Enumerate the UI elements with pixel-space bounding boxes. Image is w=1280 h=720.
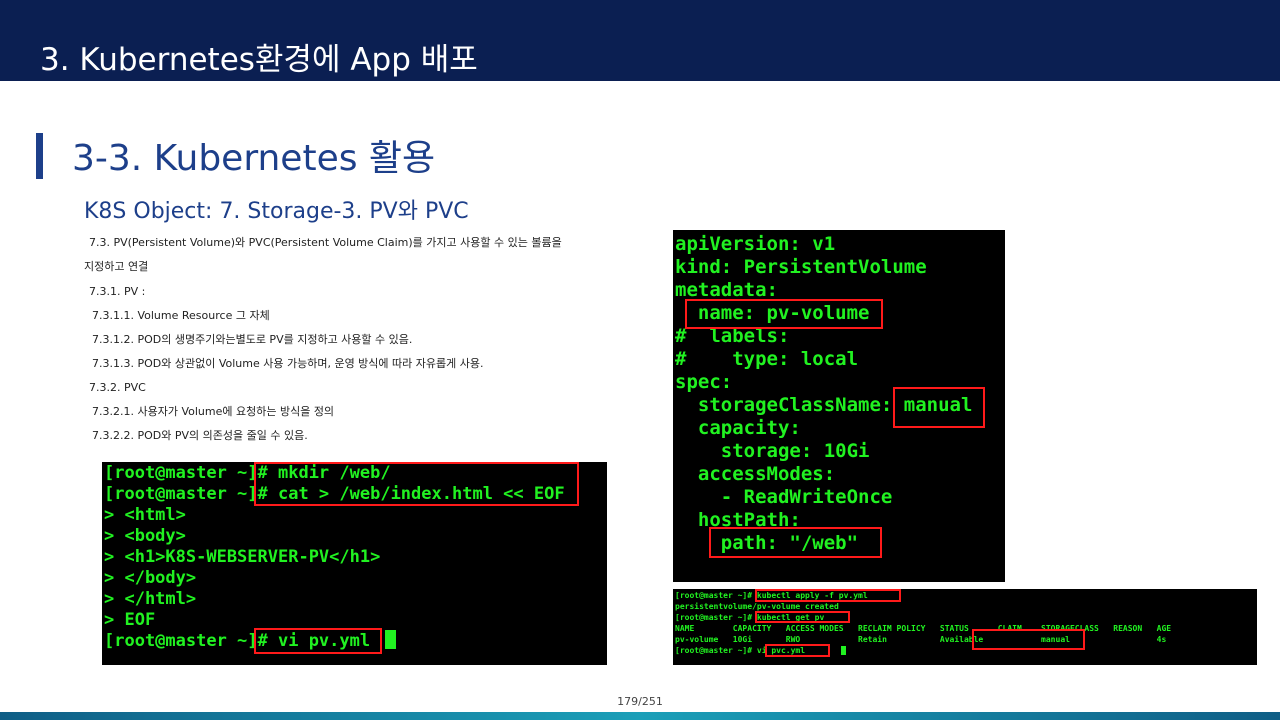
body-line: 7.3.2. PVC [89, 381, 146, 394]
highlight-box [709, 527, 882, 558]
highlight-box [685, 299, 883, 329]
section-accent-bar [36, 133, 43, 179]
terminal-line: > <html> [104, 505, 186, 525]
terminal-bottom: [root@master ~]# kubectl apply -f pv.yml… [673, 589, 1257, 665]
terminal-left: [root@master ~]# mkdir /web/ [root@maste… [102, 462, 607, 665]
highlight-box [755, 611, 850, 623]
subtitle: K8S Object: 7. Storage-3. PV와 PVC [84, 199, 469, 224]
body-line: 7.3.1. PV : [89, 285, 146, 298]
page-number: 179/251 [617, 695, 663, 708]
section-title: 3-3. Kubernetes 활용 [72, 138, 436, 179]
terminal-line: NAME CAPACITY ACCESS MODES RECLAIM POLIC… [675, 624, 1172, 633]
body-line: 7.3.1.1. Volume Resource 그 자체 [92, 309, 270, 322]
header-bar: 3. Kubernetes환경에 App 배포 [0, 0, 1280, 81]
terminal-line: storage: 10Gi [675, 440, 870, 462]
footer-bar [0, 712, 1280, 720]
highlight-box [254, 628, 382, 654]
terminal-line: > <body> [104, 526, 186, 546]
highlight-box [972, 629, 1085, 650]
terminal-line: kind: PersistentVolume [675, 256, 927, 278]
terminal-line: > <h1>K8S-WEBSERVER-PV</h1> [104, 547, 381, 567]
terminal-line: accessModes: [675, 463, 836, 485]
highlight-box [893, 387, 985, 428]
body-line: 7.3.2.1. 사용자가 Volume에 요청하는 방식을 정의 [92, 405, 335, 418]
highlight-box [755, 589, 901, 602]
terminal-cursor [841, 646, 846, 655]
terminal-line: pv-volume 10Gi RWO Retain Available manu… [675, 635, 1167, 644]
terminal-line: - ReadWriteOnce [675, 486, 893, 508]
header-title: 3. Kubernetes환경에 App 배포 [40, 42, 478, 78]
body-line: 7.3.1.3. POD와 상관없이 Volume 사용 가능하며, 운영 방식… [92, 357, 484, 370]
terminal-line: capacity: [675, 417, 801, 439]
terminal-line: > </body> [104, 568, 197, 588]
highlight-box [765, 644, 830, 657]
body-line: 지정하고 연결 [84, 260, 149, 273]
body-line: 7.3. PV(Persistent Volume)와 PVC(Persiste… [89, 236, 562, 249]
terminal-yaml: apiVersion: v1 kind: PersistentVolume me… [673, 230, 1005, 582]
terminal-line: > </html> [104, 589, 197, 609]
body-line: 7.3.1.2. POD의 생명주기와는별도로 PV를 지정하고 사용할 수 있… [92, 333, 413, 346]
highlight-box [254, 462, 579, 506]
terminal-line: # type: local [675, 348, 859, 370]
terminal-line: spec: [675, 371, 733, 393]
terminal-line: apiVersion: v1 [675, 233, 836, 255]
terminal-cursor [385, 630, 396, 649]
body-line: 7.3.2.2. POD와 PV의 의존성을 줄일 수 있음. [92, 429, 308, 442]
terminal-line: > EOF [104, 610, 156, 630]
